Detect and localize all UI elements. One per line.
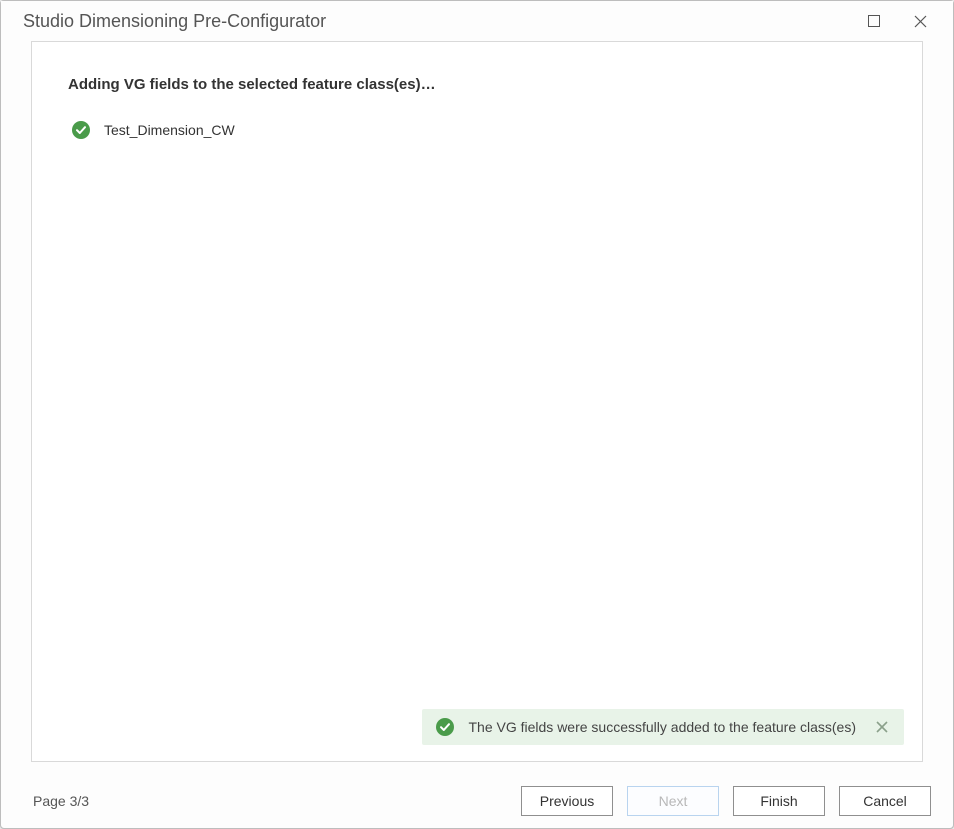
titlebar: Studio Dimensioning Pre-Configurator <box>1 1 953 41</box>
maximize-icon <box>868 15 880 27</box>
close-icon <box>914 15 927 28</box>
list-item-label: Test_Dimension_CW <box>104 122 235 138</box>
content-panel: Adding VG fields to the selected feature… <box>31 41 923 762</box>
previous-button[interactable]: Previous <box>521 786 613 816</box>
progress-heading: Adding VG fields to the selected feature… <box>68 76 886 93</box>
window-title: Studio Dimensioning Pre-Configurator <box>23 11 851 32</box>
dismiss-status-button[interactable] <box>870 715 894 739</box>
close-icon <box>876 721 888 733</box>
next-button: Next <box>627 786 719 816</box>
cancel-button[interactable]: Cancel <box>839 786 931 816</box>
wizard-footer: Page 3/3 Previous Next Finish Cancel <box>1 774 953 828</box>
page-indicator: Page 3/3 <box>33 793 507 809</box>
success-check-icon <box>436 718 454 736</box>
close-button[interactable] <box>897 4 943 38</box>
dialog-window: Studio Dimensioning Pre-Configurator Add… <box>0 0 954 829</box>
success-check-icon <box>72 121 90 139</box>
status-banner: The VG fields were successfully added to… <box>422 709 904 745</box>
maximize-button[interactable] <box>851 4 897 38</box>
list-item: Test_Dimension_CW <box>68 121 886 139</box>
status-message: The VG fields were successfully added to… <box>468 719 856 735</box>
finish-button[interactable]: Finish <box>733 786 825 816</box>
